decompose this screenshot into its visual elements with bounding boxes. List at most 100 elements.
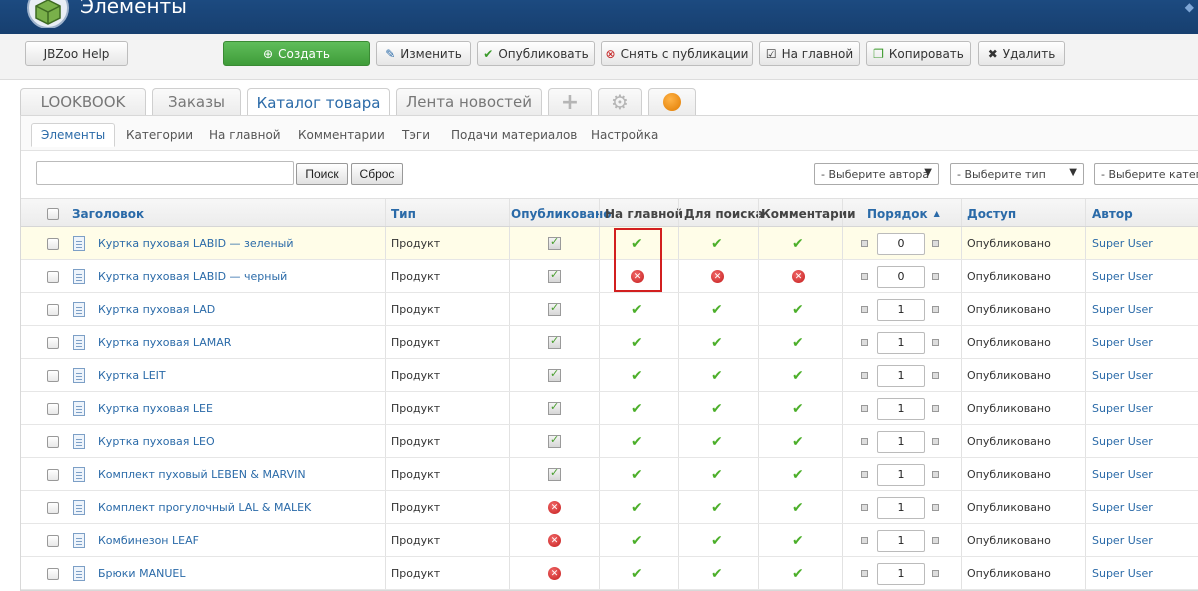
published-icon[interactable] (548, 433, 561, 448)
item-author-link[interactable]: Super User (1092, 468, 1153, 481)
column-order[interactable]: Порядок ▲ (867, 199, 940, 228)
item-author-link[interactable]: Super User (1092, 237, 1153, 250)
row-checkbox[interactable] (47, 435, 59, 448)
order-input[interactable]: 1 (877, 562, 925, 585)
reset-button[interactable]: Сброс (351, 163, 403, 185)
order-input[interactable]: 1 (877, 397, 925, 420)
order-down-button[interactable] (932, 306, 939, 313)
type-select[interactable]: - Выберите тип ▼ (950, 163, 1084, 185)
order-down-button[interactable] (932, 405, 939, 412)
item-title-link[interactable]: Куртка пуховая LEO (98, 435, 215, 448)
check-icon[interactable]: ✔ (631, 566, 643, 582)
settings-tab[interactable]: ⚙ (598, 88, 642, 115)
check-icon[interactable]: ✔ (792, 302, 804, 318)
search-button[interactable]: Поиск (296, 163, 348, 185)
row-checkbox[interactable] (47, 369, 59, 382)
order-up-button[interactable] (861, 405, 868, 412)
cross-circle-icon[interactable]: ✕ (548, 567, 561, 580)
item-title-link[interactable]: Комбинезон LEAF (98, 534, 199, 547)
check-icon[interactable]: ✔ (792, 566, 804, 582)
tab-news[interactable]: Лента новостей (396, 88, 542, 115)
order-up-button[interactable] (861, 471, 868, 478)
check-icon[interactable]: ✔ (711, 434, 723, 450)
check-icon[interactable]: ✔ (631, 434, 643, 450)
edit-button[interactable]: ✎ Изменить (376, 41, 471, 66)
published-icon[interactable] (548, 367, 561, 382)
author-select[interactable]: - Выберите автора ▼ (814, 163, 939, 185)
order-up-button[interactable] (861, 240, 868, 247)
order-down-button[interactable] (932, 471, 939, 478)
cross-circle-icon[interactable]: ✕ (711, 270, 724, 283)
order-up-button[interactable] (861, 273, 868, 280)
check-icon[interactable]: ✔ (711, 335, 723, 351)
published-icon[interactable] (548, 466, 561, 481)
search-input[interactable] (36, 161, 294, 185)
delete-button[interactable]: ✖ Удалить (978, 41, 1065, 66)
tab-lookbook[interactable]: LOOKBOOK (20, 88, 146, 115)
subtab-items[interactable]: Элементы (31, 123, 116, 147)
check-icon[interactable]: ✔ (631, 302, 643, 318)
item-title-link[interactable]: Куртка пуховая LABID — черный (98, 270, 287, 283)
row-checkbox[interactable] (47, 270, 59, 283)
order-input[interactable]: 0 (877, 232, 925, 255)
column-author[interactable]: Автор (1092, 199, 1133, 228)
order-down-button[interactable] (932, 339, 939, 346)
published-icon[interactable] (548, 235, 561, 250)
unpublish-button[interactable]: ⊗ Снять с публикации (601, 41, 753, 66)
order-input[interactable]: 1 (877, 364, 925, 387)
item-author-link[interactable]: Super User (1092, 402, 1153, 415)
published-icon[interactable] (548, 400, 561, 415)
row-checkbox[interactable] (47, 501, 59, 514)
check-icon[interactable]: ✔ (792, 368, 804, 384)
published-icon[interactable] (548, 334, 561, 349)
item-title-link[interactable]: Комплект пуховый LEBEN & MARVIN (98, 468, 306, 481)
help-button[interactable]: JBZoo Help (25, 41, 128, 66)
column-title[interactable]: Заголовок (72, 199, 144, 228)
item-author-link[interactable]: Super User (1092, 534, 1153, 547)
cross-circle-icon[interactable]: ✕ (548, 501, 561, 514)
subtab-comments[interactable]: Комментарии (298, 123, 385, 147)
order-down-button[interactable] (932, 273, 939, 280)
check-icon[interactable]: ✔ (711, 566, 723, 582)
item-author-link[interactable]: Super User (1092, 270, 1153, 283)
check-icon[interactable]: ✔ (631, 368, 643, 384)
published-icon[interactable] (548, 268, 561, 283)
cross-circle-icon[interactable]: ✕ (792, 270, 805, 283)
item-title-link[interactable]: Куртка LEIT (98, 369, 166, 382)
item-title-link[interactable]: Брюки MANUEL (98, 567, 185, 580)
item-title-link[interactable]: Комплект прогулочный LAL & MALEK (98, 501, 311, 514)
item-author-link[interactable]: Super User (1092, 435, 1153, 448)
check-icon[interactable]: ✔ (792, 467, 804, 483)
check-icon[interactable]: ✔ (711, 368, 723, 384)
order-input[interactable]: 1 (877, 529, 925, 552)
check-icon[interactable]: ✔ (631, 533, 643, 549)
check-icon[interactable]: ✔ (631, 467, 643, 483)
column-published[interactable]: Опубликовано (511, 199, 612, 228)
add-app-tab[interactable]: + (548, 88, 592, 115)
published-icon[interactable] (548, 301, 561, 316)
row-checkbox[interactable] (47, 567, 59, 580)
order-down-button[interactable] (932, 240, 939, 247)
subtab-submissions[interactable]: Подачи материалов (451, 123, 577, 147)
item-author-link[interactable]: Super User (1092, 336, 1153, 349)
item-author-link[interactable]: Super User (1092, 567, 1153, 580)
subtab-frontpage[interactable]: На главной (209, 123, 281, 147)
item-author-link[interactable]: Super User (1092, 501, 1153, 514)
check-icon[interactable]: ✔ (711, 236, 723, 252)
item-title-link[interactable]: Куртка пуховая LAD (98, 303, 215, 316)
check-icon[interactable]: ✔ (631, 401, 643, 417)
order-up-button[interactable] (861, 570, 868, 577)
check-icon[interactable]: ✔ (711, 467, 723, 483)
tab-catalog[interactable]: Каталог товара (247, 88, 390, 116)
tab-orders[interactable]: Заказы (152, 88, 241, 115)
column-access[interactable]: Доступ (967, 199, 1016, 228)
order-up-button[interactable] (861, 372, 868, 379)
cross-circle-icon[interactable]: ✕ (548, 534, 561, 547)
check-icon[interactable]: ✔ (631, 500, 643, 516)
row-checkbox[interactable] (47, 336, 59, 349)
check-icon[interactable]: ✔ (711, 302, 723, 318)
check-icon[interactable]: ✔ (792, 401, 804, 417)
select-all-checkbox[interactable] (47, 207, 59, 220)
check-icon[interactable]: ✔ (711, 500, 723, 516)
order-up-button[interactable] (861, 504, 868, 511)
